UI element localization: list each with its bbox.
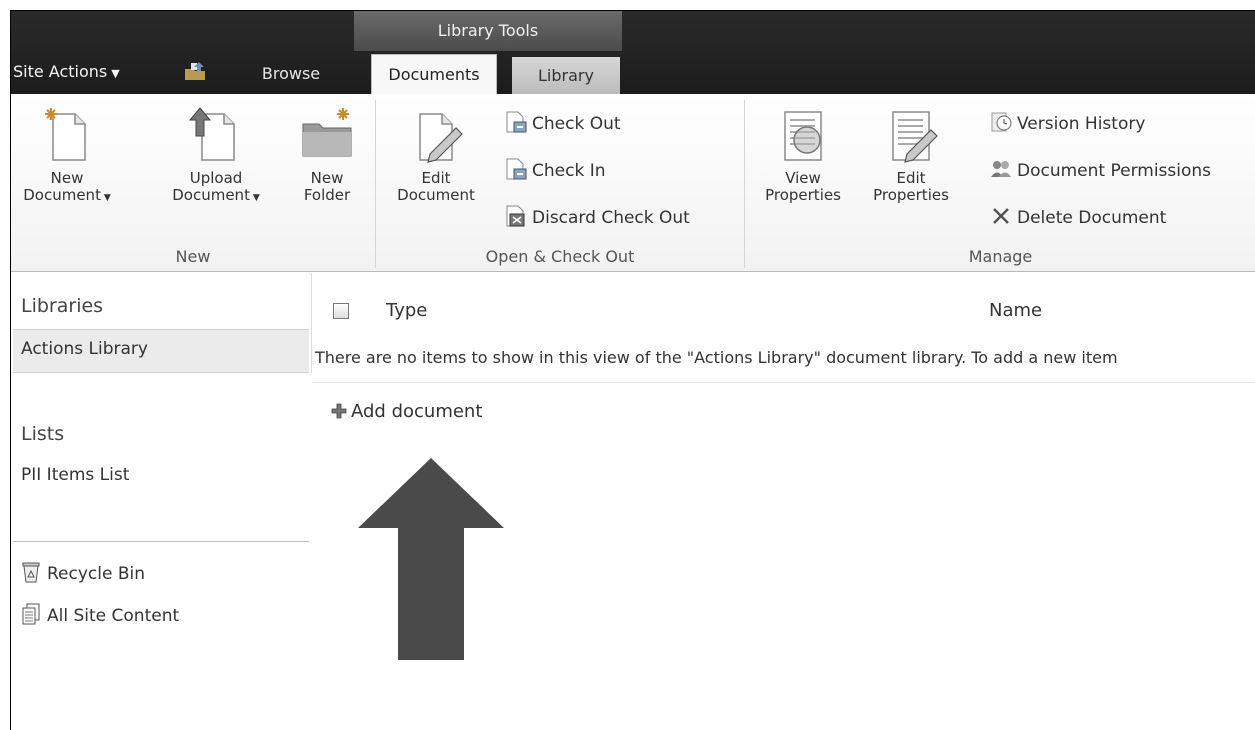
nav-divider: [13, 541, 309, 542]
view-properties-icon: [784, 111, 822, 161]
add-icon: [331, 403, 347, 419]
delete-document-button[interactable]: Delete Document: [989, 203, 1166, 233]
document-permissions-label: Document Permissions: [1017, 161, 1212, 181]
all-site-content-label: All Site Content: [47, 606, 180, 626]
check-in-label: Check In: [532, 161, 606, 181]
new-document-label-1: New: [50, 169, 84, 187]
ribbon-group-manage: View Properties Edit Properties Version …: [745, 94, 1255, 272]
recycle-bin-label: Recycle Bin: [47, 564, 146, 584]
delete-icon: [993, 208, 1009, 224]
discard-check-out-icon: [506, 205, 525, 227]
view-properties-label-1: View: [785, 169, 821, 187]
check-out-icon: [506, 111, 527, 133]
nav-divider-vertical: [311, 273, 312, 373]
new-folder-label-1: New: [310, 169, 344, 187]
tab-documents-label: Documents: [388, 65, 480, 84]
ribbon-group-manage-label: Manage: [968, 247, 1033, 266]
tab-documents[interactable]: Documents: [371, 54, 497, 94]
ribbon-group-open-label: Open & Check Out: [485, 247, 635, 266]
ribbon-group-new: New Document ▼ Upload Document ▼ New Fol…: [11, 94, 375, 272]
all-site-content-icon: [22, 603, 40, 625]
nav-heading-libraries[interactable]: Libraries: [21, 295, 103, 317]
tab-browse[interactable]: Browse: [249, 54, 333, 94]
check-out-label: Check Out: [532, 114, 621, 134]
ribbon-group-open-check-out: Edit Document Check Out Check In Discard…: [376, 94, 744, 272]
upload-document-label-2: Document: [172, 186, 250, 204]
tab-browse-label: Browse: [261, 64, 321, 83]
add-document-label: Add document: [351, 401, 483, 422]
new-folder-button[interactable]: New Folder: [289, 106, 365, 204]
new-folder-icon: [302, 108, 352, 157]
version-history-button[interactable]: Version History: [989, 109, 1145, 139]
upload-document-label-1: Upload: [189, 169, 243, 187]
delete-document-label: Delete Document: [1017, 208, 1167, 228]
sharepoint-window: Library Tools Site Actions ▼ Browse Docum…: [10, 10, 1255, 730]
recycle-bin-icon: [22, 562, 40, 583]
nav-heading-lists[interactable]: Lists: [21, 423, 64, 445]
document-permissions-icon: [991, 161, 1011, 177]
ribbon: New Document ▼ Upload Document ▼ New Fol…: [11, 94, 1255, 272]
nav-item-pii-items-list[interactable]: PII Items List: [21, 465, 129, 485]
edit-document-icon: [419, 113, 463, 163]
check-in-icon: [506, 158, 527, 180]
discard-check-out-label: Discard Check Out: [532, 208, 690, 228]
new-document-icon: [45, 108, 86, 161]
upload-document-button[interactable]: Upload Document ▼: [161, 106, 271, 207]
version-history-label: Version History: [1017, 114, 1146, 134]
new-document-button[interactable]: New Document ▼: [17, 106, 117, 207]
library-tools-label: Library Tools: [437, 21, 539, 40]
chevron-down-icon: ▼: [249, 193, 260, 203]
empty-list-message: There are no items to show in this view …: [313, 343, 1255, 383]
new-folder-label-2: Folder: [303, 186, 351, 204]
view-properties-label-2: Properties: [765, 186, 841, 204]
nav-item-actions-library[interactable]: Actions Library: [21, 339, 148, 359]
nav-item-all-site-content[interactable]: All Site Content: [21, 603, 180, 627]
check-out-button[interactable]: Check Out: [504, 109, 621, 139]
edit-document-label-1: Edit: [421, 169, 451, 187]
edit-properties-icon: [892, 111, 938, 163]
view-properties-button[interactable]: View Properties: [753, 106, 853, 204]
add-document-link[interactable]: Add document: [331, 401, 482, 422]
site-actions-label: Site Actions: [13, 62, 108, 81]
version-history-icon: [991, 112, 1012, 132]
quick-launch: Libraries Actions Library Lists PII Item…: [11, 273, 311, 633]
column-name[interactable]: Name: [989, 300, 1042, 321]
edit-document-label-2: Document: [397, 186, 475, 204]
column-type[interactable]: Type: [386, 300, 427, 321]
tab-library[interactable]: Library: [512, 57, 620, 94]
edit-document-button[interactable]: Edit Document: [386, 106, 486, 204]
document-permissions-button[interactable]: Document Permissions: [989, 156, 1211, 186]
edit-properties-button[interactable]: Edit Properties: [861, 106, 961, 204]
nav-item-recycle-bin[interactable]: Recycle Bin: [21, 562, 146, 585]
ribbon-group-new-label: New: [175, 247, 211, 266]
check-in-button[interactable]: Check In: [504, 156, 606, 186]
discard-check-out-button[interactable]: Discard Check Out: [504, 203, 690, 233]
navigate-up-icon[interactable]: [183, 61, 207, 81]
edit-properties-label-1: Edit: [896, 169, 926, 187]
list-header: Type Name: [313, 273, 1255, 331]
chevron-down-icon: ▼: [111, 67, 120, 80]
new-document-label-2: Document: [23, 186, 101, 204]
edit-properties-label-2: Properties: [873, 186, 949, 204]
chevron-down-icon: ▼: [100, 193, 111, 203]
select-all-checkbox[interactable]: [333, 303, 349, 319]
site-actions-menu[interactable]: Site Actions ▼: [11, 57, 120, 87]
up-arrow-annotation: [358, 458, 504, 660]
upload-document-icon: [188, 107, 235, 161]
tab-library-label: Library: [538, 66, 594, 85]
top-bar: Library Tools Site Actions ▼ Browse Docum…: [11, 11, 1255, 94]
library-tools-header: Library Tools: [354, 11, 622, 51]
